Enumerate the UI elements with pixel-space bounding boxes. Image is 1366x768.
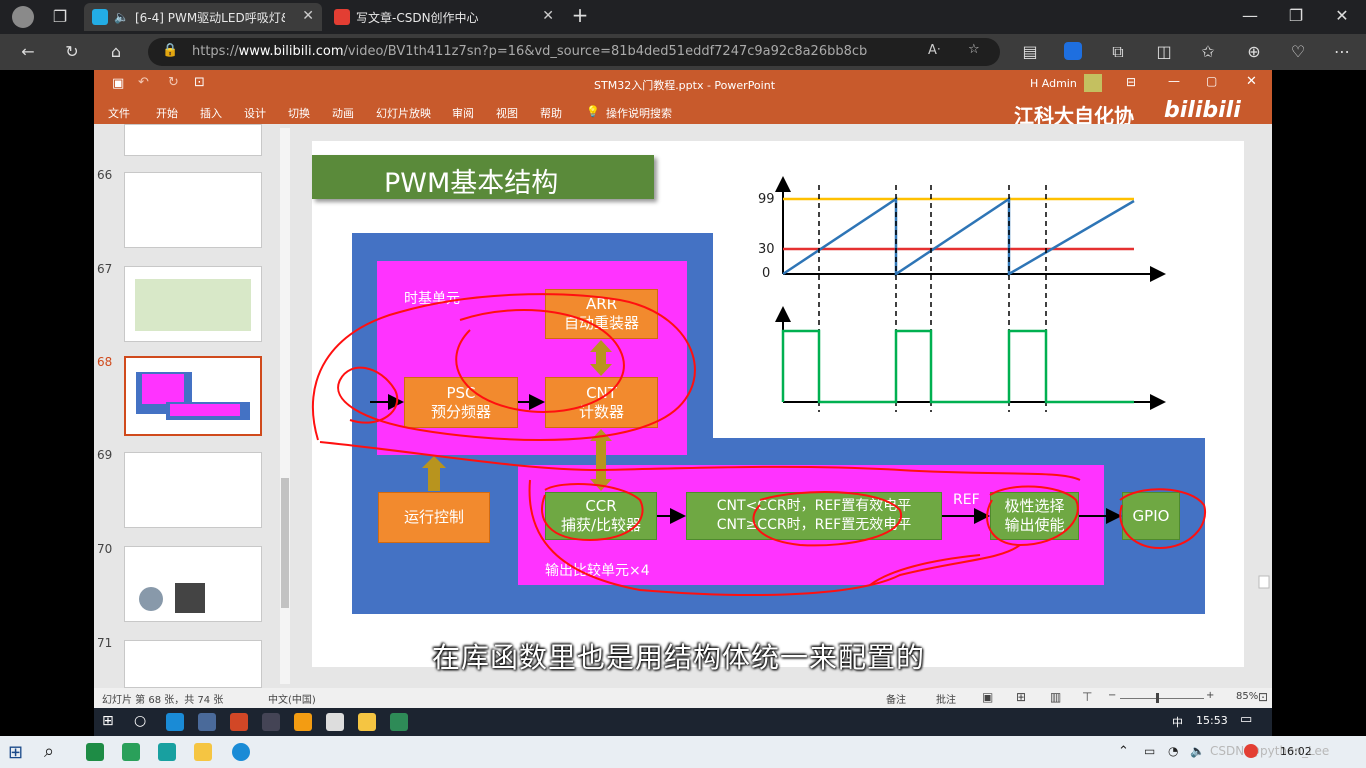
ppt-status-bar: 幻灯片 第 68 张，共 74 张 中文(中国) 备注 批注 ▣ ⊞ ▥ ⊤ −… (94, 688, 1272, 708)
annotation-scribble (1119, 488, 1207, 550)
runctrl-up-arrow (422, 456, 446, 491)
inner-ime: 中 (1172, 716, 1183, 729)
zoom-level[interactable]: 85% (1236, 691, 1258, 702)
notes-button[interactable]: 备注 (886, 691, 906, 706)
inner-clock: 15:53 (1196, 714, 1228, 727)
normal-view-icon[interactable]: ▣ (982, 690, 993, 704)
tray-app-icon[interactable] (1244, 744, 1258, 758)
counter-sawtooth (782, 196, 1135, 277)
zoom-in-icon[interactable]: + (1206, 690, 1214, 701)
annotation-scribble (986, 485, 1079, 547)
taskbar-edge-icon[interactable] (232, 743, 250, 761)
status-slide-count: 幻灯片 第 68 张，共 74 张 (102, 695, 224, 706)
zoom-out-icon[interactable]: − (1108, 690, 1116, 701)
inner-app3-icon (390, 713, 408, 731)
search-icon[interactable]: ⌕ (44, 741, 54, 762)
tray-chevron-icon[interactable]: ⌃ (1118, 744, 1129, 759)
inner-start-icon: ⊞ (102, 713, 114, 729)
fit-slide-icon[interactable]: ⊡ (1258, 690, 1268, 704)
tray-wifi-icon[interactable]: ◔ (1168, 744, 1178, 758)
taskbar-folder-icon[interactable] (194, 743, 212, 761)
comments-button[interactable]: 批注 (936, 691, 956, 706)
slide-scrollbar (1258, 575, 1270, 589)
annotation-scribble (541, 483, 644, 542)
inner-folder-icon (358, 713, 376, 731)
windows-taskbar: ⊞ ⌕ ⌃ ▭ ◔ 🔈 CSDN @python_Lee 16:02 (0, 736, 1366, 768)
pwm-waveform (781, 329, 1134, 404)
start-icon[interactable]: ⊞ (8, 742, 23, 763)
inner-notification-icon: ▭ (1240, 712, 1253, 727)
slideshow-view-icon[interactable]: ⊤ (1082, 690, 1092, 704)
inner-app2-icon (294, 713, 312, 731)
status-language: 中文(中国) (268, 695, 316, 706)
tray-battery-icon[interactable]: ▭ (1144, 744, 1155, 758)
inner-ppt-icon (230, 713, 248, 731)
inner-app-icon (198, 713, 216, 731)
video-inner-taskbar: ⊞ ○ 中 15:53 ▭ (94, 708, 1272, 736)
slide-sorter-icon[interactable]: ⊞ (1016, 690, 1026, 704)
taskbar-p-icon[interactable] (158, 743, 176, 761)
inner-keil-icon (262, 713, 280, 731)
taskbar-app-green-icon[interactable] (86, 743, 104, 761)
taskbar-clock[interactable]: 16:02 (1280, 745, 1312, 758)
annotation-scribble (311, 293, 696, 441)
inner-search-icon: ○ (134, 713, 147, 729)
annotation-scribble (752, 491, 903, 547)
tray-volume-icon[interactable]: 🔈 (1190, 744, 1205, 758)
video-subtitle: 在库函数里也是用结构体统一来配置的 (432, 641, 926, 674)
arr-cnt-double-arrow (590, 340, 612, 376)
reading-view-icon[interactable]: ▥ (1050, 690, 1061, 704)
inner-photos-icon (326, 713, 344, 731)
inner-edge-icon (166, 713, 184, 731)
zoom-slider[interactable] (1120, 693, 1204, 703)
taskbar-qc-icon[interactable] (122, 743, 140, 761)
